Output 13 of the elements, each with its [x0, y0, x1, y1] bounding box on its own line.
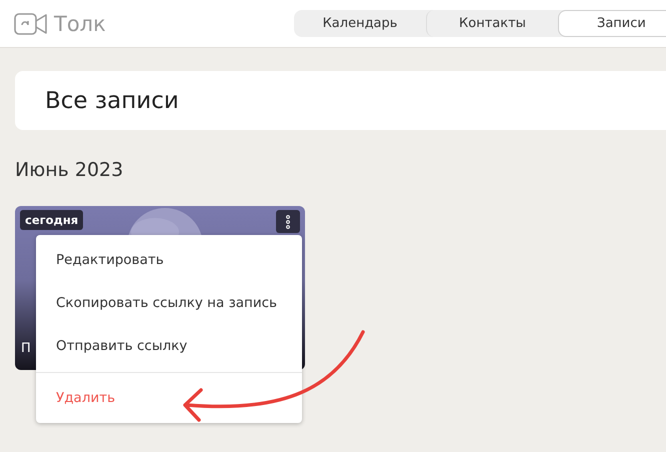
- more-icon: [286, 214, 290, 228]
- menu-item[interactable]: Скопировать ссылку на запись: [36, 282, 302, 325]
- video-camera-icon: [14, 12, 50, 34]
- month-heading: Июнь 2023: [15, 159, 124, 181]
- today-badge: сегодня: [20, 210, 84, 230]
- recording-title: П: [21, 341, 31, 356]
- menu-item[interactable]: Отправить ссылку: [36, 325, 302, 368]
- menu-item[interactable]: Редактировать: [36, 239, 302, 282]
- page-title: Все записи: [45, 88, 179, 114]
- tab[interactable]: Календарь: [294, 10, 426, 37]
- more-button[interactable]: [276, 210, 300, 233]
- tab[interactable]: Записи: [558, 10, 666, 37]
- app-name: Толк: [54, 12, 106, 36]
